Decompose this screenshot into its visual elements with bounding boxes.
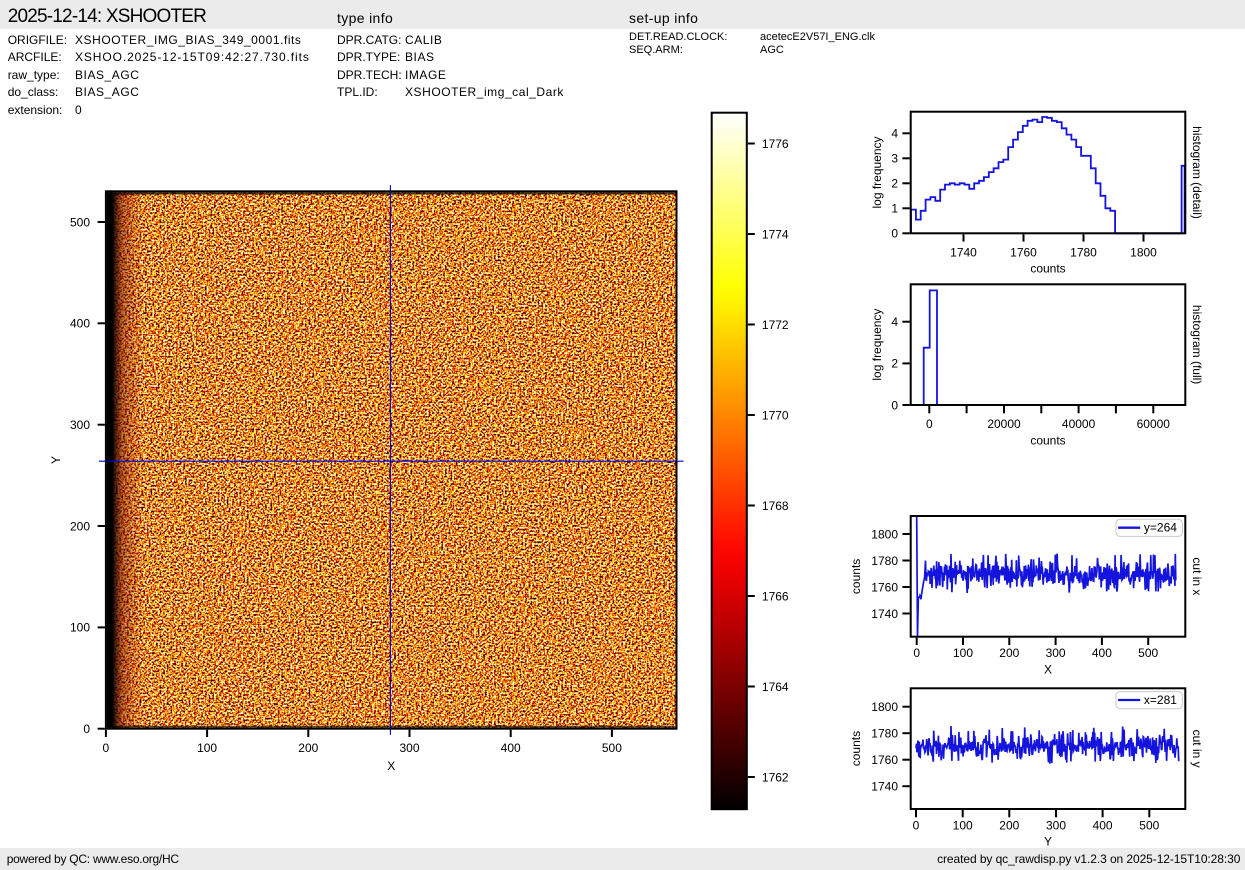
svg-text:0: 0 [926,417,933,431]
svg-text:1780: 1780 [871,554,898,568]
svg-text:cut in y: cut in y [1190,730,1204,768]
svg-text:500: 500 [1138,646,1158,660]
svg-text:X: X [1044,663,1052,677]
svg-text:0: 0 [83,722,90,736]
svg-text:1800: 1800 [1130,245,1157,259]
svg-text:0: 0 [891,227,898,241]
svg-text:200: 200 [70,519,90,533]
svg-text:1780: 1780 [871,727,898,741]
svg-text:100: 100 [197,741,217,755]
svg-text:1760: 1760 [871,580,898,594]
svg-text:x=281: x=281 [1144,693,1177,707]
svg-text:log frequency: log frequency [870,136,884,208]
svg-text:40000: 40000 [1062,417,1096,431]
svg-text:2: 2 [891,177,898,191]
svg-text:200: 200 [999,818,1019,832]
svg-text:Y: Y [49,456,63,464]
svg-text:1740: 1740 [871,607,898,621]
svg-text:1800: 1800 [871,527,898,541]
svg-text:0: 0 [913,646,920,660]
svg-text:0: 0 [891,398,898,412]
svg-text:300: 300 [70,418,90,432]
svg-text:cut in x: cut in x [1190,557,1204,595]
svg-text:counts: counts [849,731,863,766]
svg-text:1774: 1774 [762,227,789,241]
svg-text:60000: 60000 [1137,417,1171,431]
svg-text:200: 200 [298,741,318,755]
svg-text:1764: 1764 [762,680,789,694]
svg-text:300: 300 [1046,646,1066,660]
svg-text:300: 300 [399,741,419,755]
svg-text:1776: 1776 [762,137,789,151]
svg-text:400: 400 [1092,646,1112,660]
svg-text:2: 2 [891,357,898,371]
svg-text:1: 1 [891,202,898,216]
svg-text:500: 500 [1139,818,1159,832]
svg-text:1762: 1762 [762,770,789,784]
svg-text:histogram (full): histogram (full) [1190,305,1204,384]
svg-text:1760: 1760 [1010,245,1037,259]
svg-text:400: 400 [70,317,90,331]
svg-text:1768: 1768 [762,499,789,513]
svg-text:1760: 1760 [871,753,898,767]
svg-text:y=264: y=264 [1144,521,1177,535]
svg-text:500: 500 [602,741,622,755]
svg-text:0: 0 [103,741,110,755]
svg-text:1772: 1772 [762,318,789,332]
svg-text:histogram (detail): histogram (detail) [1190,126,1204,219]
svg-text:counts: counts [1030,433,1065,447]
svg-text:500: 500 [70,215,90,229]
svg-text:20000: 20000 [987,417,1021,431]
svg-text:0: 0 [913,818,920,832]
svg-text:1800: 1800 [871,700,898,714]
svg-text:1780: 1780 [1070,245,1097,259]
svg-text:200: 200 [999,646,1019,660]
svg-text:1740: 1740 [950,245,977,259]
svg-text:300: 300 [1046,818,1066,832]
svg-text:100: 100 [953,818,973,832]
svg-text:400: 400 [501,741,521,755]
svg-text:4: 4 [891,315,898,329]
svg-text:log frequency: log frequency [870,309,884,381]
svg-text:Y: Y [1044,835,1052,849]
svg-text:1770: 1770 [762,408,789,422]
svg-text:X: X [387,759,395,773]
svg-text:100: 100 [70,621,90,635]
svg-text:3: 3 [891,152,898,166]
svg-text:1740: 1740 [871,780,898,794]
svg-text:4: 4 [891,127,898,141]
svg-text:counts: counts [1030,262,1065,276]
svg-text:1766: 1766 [762,589,789,603]
svg-text:100: 100 [953,646,973,660]
svg-text:counts: counts [849,559,863,594]
svg-text:400: 400 [1093,818,1113,832]
